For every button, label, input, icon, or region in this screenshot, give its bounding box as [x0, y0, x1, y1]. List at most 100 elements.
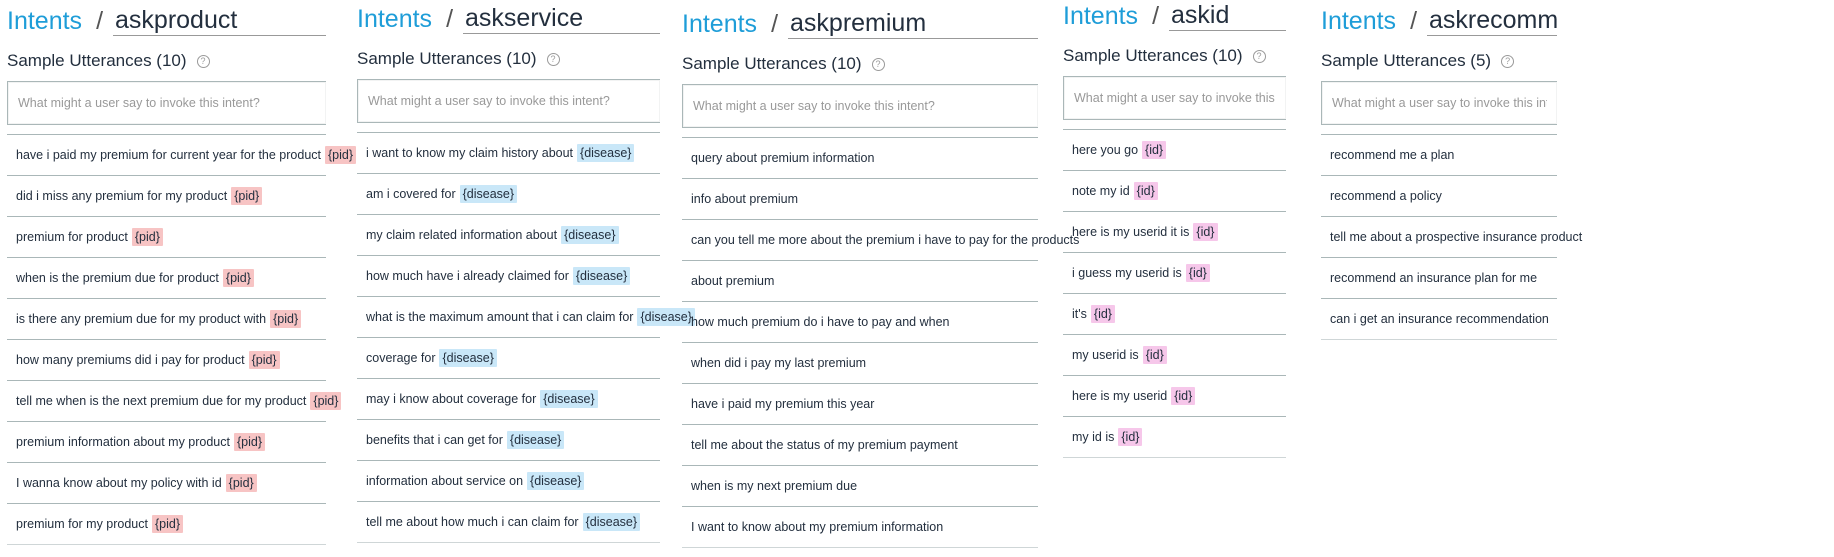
slot-tag[interactable]: {pid} — [231, 187, 263, 205]
utterance-row[interactable]: note my id {id} — [1063, 171, 1286, 212]
slot-tag[interactable]: {id} — [1142, 141, 1167, 159]
utterance-row[interactable]: here is my userid it is {id} — [1063, 212, 1286, 253]
slot-tag[interactable]: {id} — [1118, 428, 1143, 446]
utterance-row[interactable]: how much have i already claimed for {dise… — [357, 256, 660, 297]
slot-tag[interactable]: {id} — [1185, 264, 1210, 282]
utterance-row[interactable]: i guess my userid is {id} — [1063, 253, 1286, 294]
slot-tag[interactable]: {pid} — [222, 269, 254, 287]
utterance-input-box[interactable] — [7, 81, 326, 125]
utterance-input[interactable] — [8, 82, 326, 124]
intent-name-field[interactable]: askpremium — [788, 8, 1038, 39]
help-icon[interactable]: ? — [1501, 54, 1515, 68]
utterance-row[interactable]: tell me when is the next premium due for… — [7, 381, 342, 422]
utterance-row[interactable]: benefits that i can get for {disease} — [357, 420, 660, 461]
help-icon[interactable]: ? — [546, 52, 560, 66]
slot-tag[interactable]: {disease} — [527, 472, 585, 490]
intents-breadcrumb-link[interactable]: Intents — [357, 4, 432, 34]
utterance-row[interactable]: tell me about a prospective insurance pr… — [1321, 217, 1582, 258]
slot-tag[interactable]: {disease} — [577, 144, 635, 162]
help-icon[interactable]: ? — [1252, 49, 1266, 63]
utterance-input[interactable] — [1322, 82, 1557, 124]
utterance-row[interactable]: how much premium do i have to pay and wh… — [682, 302, 1038, 343]
utterance-row[interactable]: am i covered for {disease} — [357, 174, 660, 215]
intent-name-field[interactable]: askproduct — [113, 5, 326, 36]
utterance-input[interactable] — [683, 85, 1038, 127]
utterance-row[interactable]: premium information about my product {pid… — [7, 422, 326, 463]
slot-tag[interactable]: {id} — [1193, 223, 1218, 241]
utterance-row[interactable]: information about service on {disease} — [357, 461, 660, 502]
slot-tag[interactable]: {pid} — [248, 351, 280, 369]
slot-tag[interactable]: {disease} — [506, 431, 565, 449]
slot-tag[interactable]: {disease} — [582, 513, 641, 531]
slot-tag[interactable]: {disease} — [572, 267, 631, 285]
slot-tag[interactable]: {disease} — [540, 390, 598, 408]
utterance-row[interactable]: when did i pay my last premium — [682, 343, 1038, 384]
utterance-row[interactable]: here is my userid {id} — [1063, 376, 1286, 417]
utterance-row[interactable]: info about premium — [682, 179, 1038, 220]
utterance-input-box[interactable] — [682, 84, 1038, 128]
utterance-row[interactable]: recommend me a plan — [1321, 135, 1557, 176]
utterance-row[interactable]: is there any premium due for my product … — [7, 299, 326, 340]
utterance-row[interactable]: i want to know my claim history about {di… — [357, 133, 660, 174]
utterance-row[interactable]: query about premium information — [682, 138, 1038, 179]
utterance-row[interactable]: my claim related information about {disea… — [357, 215, 660, 256]
utterance-input-box[interactable] — [1321, 81, 1557, 125]
utterance-row[interactable]: my id is {id} — [1063, 417, 1286, 458]
utterance-row[interactable]: recommend an insurance plan for me — [1321, 258, 1557, 299]
slot-tag[interactable]: {pid} — [310, 392, 342, 410]
utterance-row[interactable]: what is the maximum amount that i can cl… — [357, 297, 695, 338]
help-icon[interactable]: ? — [196, 54, 210, 68]
slot-tag[interactable]: {disease} — [561, 226, 619, 244]
intent-header: Intents / askpremium — [682, 3, 1038, 39]
utterance-input[interactable] — [358, 80, 660, 122]
utterance-row[interactable]: have i paid my premium this year — [682, 384, 1038, 425]
slot-tag[interactable]: {disease} — [439, 349, 497, 367]
slot-tag[interactable]: {pid} — [151, 515, 184, 533]
slot-tag[interactable]: {pid} — [325, 146, 357, 164]
utterance-row[interactable]: how many premiums did i pay for product{… — [7, 340, 326, 381]
intents-breadcrumb-link[interactable]: Intents — [1321, 6, 1396, 36]
utterance-text: here is my userid it is — [1072, 225, 1190, 239]
utterance-row[interactable]: coverage for {disease} — [357, 338, 660, 379]
slot-tag[interactable]: {pid} — [233, 433, 266, 451]
utterance-row[interactable]: can you tell me more about the premium i… — [682, 220, 1079, 261]
utterance-row[interactable]: may i know about coverage for {disease} — [357, 379, 660, 420]
utterance-row[interactable]: premium for product {pid} — [7, 217, 326, 258]
slot-tag[interactable]: {pid} — [131, 228, 163, 246]
slot-tag[interactable]: {disease} — [459, 185, 518, 203]
intent-name-field[interactable]: askservice — [463, 3, 660, 34]
slot-tag[interactable]: {id} — [1171, 387, 1196, 405]
intent-panel-askpremium: Intents / askpremium Sample Utterances (… — [682, 3, 1079, 548]
slot-tag[interactable]: {pid} — [270, 310, 302, 328]
utterance-row[interactable]: about premium — [682, 261, 1038, 302]
sample-utterances-heading: Sample Utterances (10) ? — [7, 49, 326, 73]
utterance-row[interactable]: did i miss any premium for my product {pi… — [7, 176, 326, 217]
utterance-row[interactable]: my userid is {id} — [1063, 335, 1286, 376]
utterance-row[interactable]: I want to know about my premium informat… — [682, 507, 1038, 548]
slot-tag[interactable]: {id} — [1133, 182, 1158, 200]
utterance-input-box[interactable] — [1063, 76, 1286, 120]
utterance-row[interactable]: premium for my product {pid} — [7, 504, 326, 545]
intent-name-field[interactable]: askrecommend — [1427, 5, 1557, 36]
utterance-text: query about premium information — [691, 151, 875, 165]
slot-tag[interactable]: {id} — [1142, 346, 1167, 364]
intents-breadcrumb-link[interactable]: Intents — [682, 9, 757, 39]
intent-name-field[interactable]: askid — [1169, 0, 1286, 31]
slot-tag[interactable]: {pid} — [225, 474, 257, 492]
utterance-row[interactable]: have i paid my premium for current year … — [7, 135, 357, 176]
utterance-row[interactable]: I wanna know about my policy with id {pid… — [7, 463, 326, 504]
utterance-row[interactable]: can i get an insurance recommendation — [1321, 299, 1557, 340]
help-icon[interactable]: ? — [871, 57, 885, 71]
utterance-row[interactable]: when is my next premium due — [682, 466, 1038, 507]
utterance-row[interactable]: tell me about the status of my premium p… — [682, 425, 1038, 466]
intents-breadcrumb-link[interactable]: Intents — [7, 6, 82, 36]
intents-breadcrumb-link[interactable]: Intents — [1063, 1, 1138, 31]
slot-tag[interactable]: {id} — [1090, 305, 1115, 323]
utterance-row[interactable]: here you go {id} — [1063, 130, 1286, 171]
utterance-input-box[interactable] — [357, 79, 660, 123]
utterance-row[interactable]: tell me about how much i can claim for {d… — [357, 502, 660, 543]
utterance-row[interactable]: when is the premium due for product {pid} — [7, 258, 326, 299]
utterance-row[interactable]: it's {id} — [1063, 294, 1286, 335]
utterance-row[interactable]: recommend a policy — [1321, 176, 1557, 217]
utterance-input[interactable] — [1064, 77, 1286, 119]
